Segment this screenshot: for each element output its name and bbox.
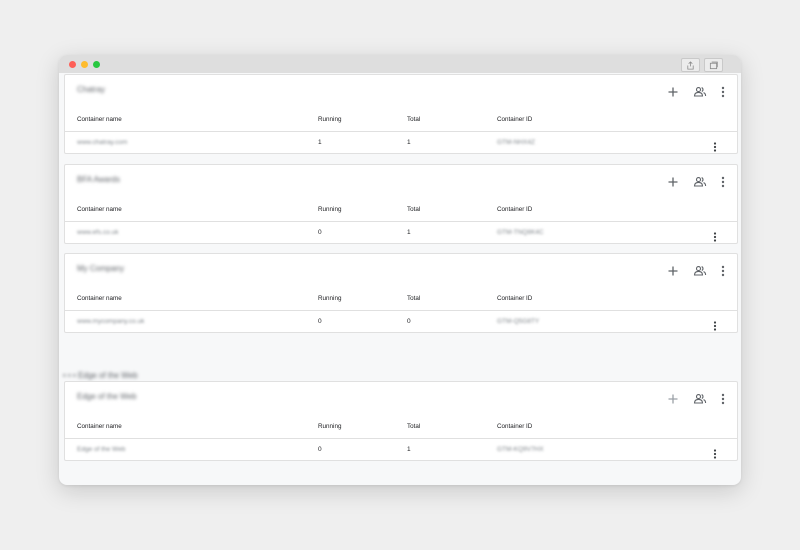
manage-users-icon[interactable]	[692, 391, 708, 407]
column-header-row: Container name Running Total Container I…	[65, 288, 737, 311]
more-vert-icon[interactable]	[715, 391, 731, 407]
add-container-icon[interactable]	[665, 174, 681, 190]
column-running[interactable]: Running	[318, 423, 341, 430]
zoom-window-button[interactable]	[93, 61, 100, 68]
container-name-link[interactable]: www.mycompany.co.uk	[77, 318, 144, 325]
container-name-link[interactable]: www.efs.co.uk	[77, 229, 119, 236]
column-header-row: Container name Running Total Container I…	[65, 109, 737, 132]
row-more-vert-icon[interactable]	[708, 318, 722, 333]
column-running[interactable]: Running	[318, 206, 341, 213]
row-more-vert-icon[interactable]	[708, 446, 722, 461]
account-card: Chatray Container name Running Total Con…	[64, 74, 738, 154]
close-window-button[interactable]	[69, 61, 76, 68]
container-name-link[interactable]: www.chatray.com	[77, 139, 127, 146]
row-more-vert-icon[interactable]	[708, 229, 722, 244]
account-header: Edge of the Web	[65, 382, 737, 416]
account-name[interactable]: Edge of the Web	[77, 392, 136, 401]
container-name-link[interactable]: Edge of the Web	[77, 446, 125, 453]
account-name[interactable]: BFA Awards	[77, 175, 120, 184]
minimize-window-button[interactable]	[81, 61, 88, 68]
column-total[interactable]: Total	[407, 116, 420, 123]
browser-window: Chatray Container name Running Total Con…	[59, 55, 741, 485]
column-header-row: Container name Running Total Container I…	[65, 416, 737, 439]
add-container-icon[interactable]	[665, 391, 681, 407]
manage-users-icon[interactable]	[692, 263, 708, 279]
table-row[interactable]: Edge of the Web 0 1 GTM-KQ9V7HX	[65, 439, 737, 460]
column-container-name[interactable]: Container name	[77, 295, 122, 302]
column-container-id[interactable]: Container ID	[497, 423, 532, 430]
section-heading: • • • Edge of the Web	[63, 371, 138, 380]
running-count: 0	[318, 229, 322, 236]
more-vert-icon[interactable]	[715, 263, 731, 279]
add-container-icon[interactable]	[665, 84, 681, 100]
container-id: GTM-TNQ8K4C	[497, 229, 544, 236]
column-total[interactable]: Total	[407, 423, 420, 430]
column-container-id[interactable]: Container ID	[497, 206, 532, 213]
more-vert-icon[interactable]	[715, 84, 731, 100]
account-card: My Company Container name Running Total …	[64, 253, 738, 333]
manage-users-icon[interactable]	[692, 84, 708, 100]
total-count: 1	[407, 139, 411, 146]
total-count: 0	[407, 318, 411, 325]
running-count: 0	[318, 318, 322, 325]
account-name[interactable]: My Company	[77, 264, 124, 273]
manage-users-icon[interactable]	[692, 174, 708, 190]
more-vert-icon[interactable]	[715, 174, 731, 190]
tabs-icon[interactable]	[704, 58, 723, 72]
account-header: Chatray	[65, 75, 737, 109]
account-header: BFA Awards	[65, 165, 737, 199]
table-row[interactable]: www.efs.co.uk 0 1 GTM-TNQ8K4C	[65, 222, 737, 243]
window-titlebar	[59, 55, 741, 73]
table-row[interactable]: www.mycompany.co.uk 0 0 GTM-Q5G8TY	[65, 311, 737, 332]
column-header-row: Container name Running Total Container I…	[65, 199, 737, 222]
container-id: GTM-KQ9V7HX	[497, 446, 544, 453]
column-container-id[interactable]: Container ID	[497, 295, 532, 302]
column-running[interactable]: Running	[318, 116, 341, 123]
running-count: 0	[318, 446, 322, 453]
column-container-name[interactable]: Container name	[77, 116, 122, 123]
column-total[interactable]: Total	[407, 206, 420, 213]
running-count: 1	[318, 139, 322, 146]
table-row[interactable]: www.chatray.com 1 1 GTM-NHX4Z	[65, 132, 737, 153]
container-id: GTM-Q5G8TY	[497, 318, 540, 325]
total-count: 1	[407, 229, 411, 236]
container-id: GTM-NHX4Z	[497, 139, 535, 146]
column-container-name[interactable]: Container name	[77, 423, 122, 430]
account-list: Chatray Container name Running Total Con…	[59, 73, 741, 485]
account-header: My Company	[65, 254, 737, 288]
column-running[interactable]: Running	[318, 295, 341, 302]
column-container-name[interactable]: Container name	[77, 206, 122, 213]
column-total[interactable]: Total	[407, 295, 420, 302]
total-count: 1	[407, 446, 411, 453]
add-container-icon[interactable]	[665, 263, 681, 279]
account-card: BFA Awards Container name Running Total …	[64, 164, 738, 244]
share-icon[interactable]	[681, 58, 700, 72]
account-card: Edge of the Web Container name Running T…	[64, 381, 738, 461]
row-more-vert-icon[interactable]	[708, 139, 722, 154]
column-container-id[interactable]: Container ID	[497, 116, 532, 123]
account-name[interactable]: Chatray	[77, 85, 105, 94]
